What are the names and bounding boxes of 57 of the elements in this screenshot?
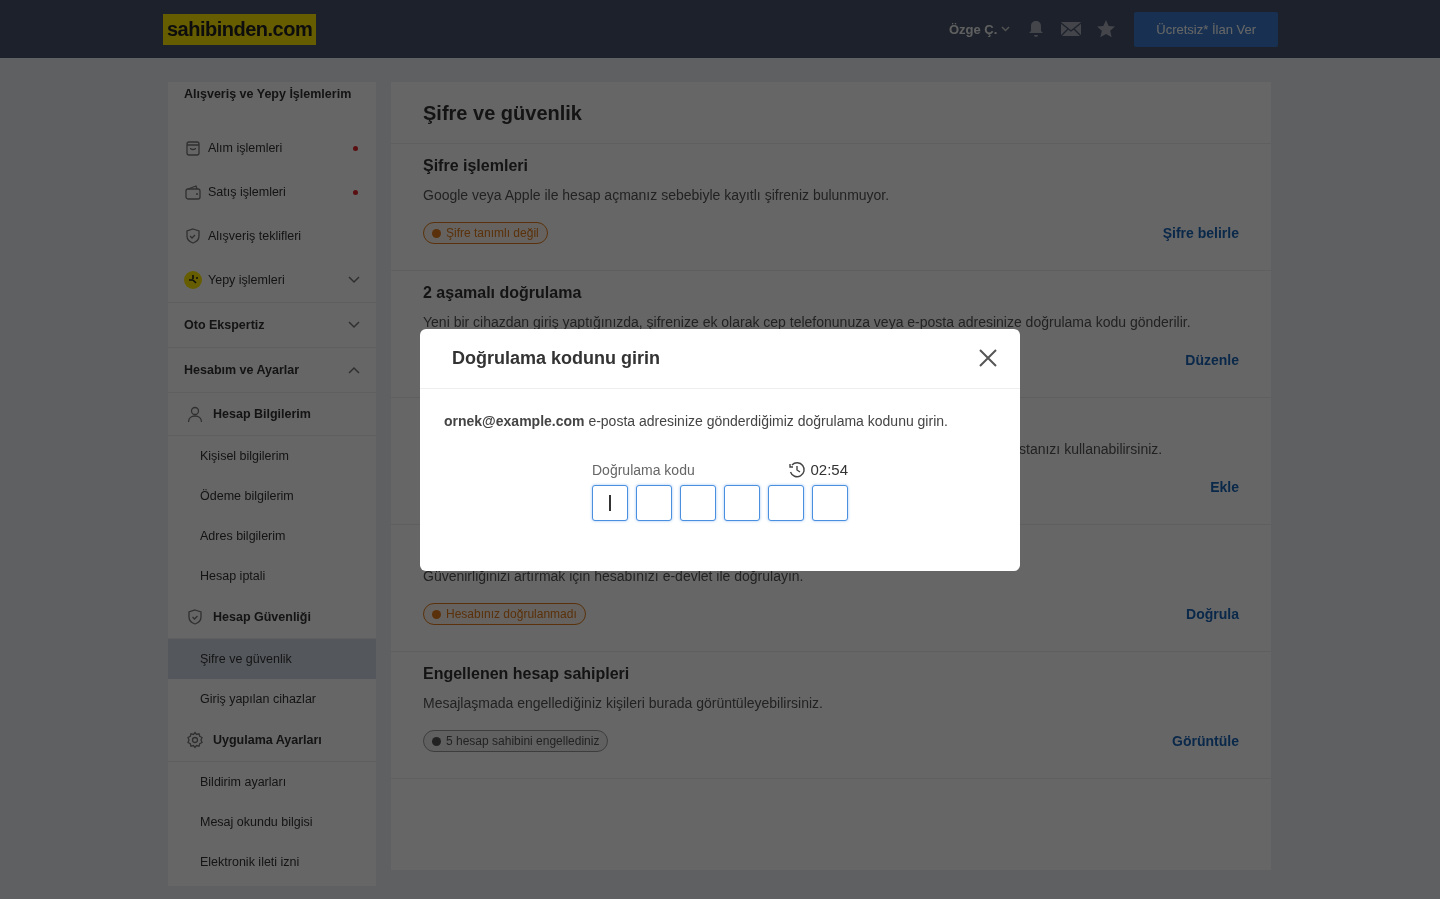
sidebar-item[interactable]: Ödeme bilgilerim bbox=[168, 476, 376, 516]
code-digit-field[interactable] bbox=[724, 484, 760, 521]
code-digit-field[interactable] bbox=[768, 484, 804, 521]
sidebar-item[interactable]: Yepy işlemleri bbox=[208, 273, 342, 287]
user-menu[interactable]: Özge Ç. bbox=[948, 21, 1011, 37]
sidebar-item[interactable]: Elektronik ileti izni bbox=[168, 842, 376, 882]
section-description: stanızı kullanabilirsiniz. bbox=[1019, 441, 1163, 457]
sidebar-group[interactable]: Hesabım ve Ayarlar bbox=[184, 363, 342, 377]
action-link[interactable]: Doğrula bbox=[1186, 606, 1239, 622]
code-digit-field[interactable] bbox=[592, 484, 628, 521]
action-link[interactable]: Şifre belirle bbox=[1162, 225, 1239, 241]
status-badge: Hesabınız doğrulanmadı bbox=[423, 603, 586, 625]
action-link[interactable]: Görüntüle bbox=[1172, 733, 1239, 749]
page-title: Şifre ve güvenlik bbox=[391, 82, 1271, 144]
sidebar-subheading: Hesap Bilgilerim bbox=[213, 407, 312, 421]
sidebar-subheading: Hesap Güvenliği bbox=[213, 610, 312, 624]
envelope-icon[interactable] bbox=[1060, 20, 1083, 38]
section-title: Engellenen hesap sahipleri bbox=[423, 665, 631, 684]
sidebar-item[interactable]: Alışveriş teklifleri bbox=[208, 229, 360, 243]
code-digit-field[interactable] bbox=[680, 484, 716, 521]
wallet-icon bbox=[184, 183, 202, 201]
section-description: Mesajlaşmada engellediğiniz kişileri burada görüntüleyebilirsiniz. bbox=[423, 695, 824, 713]
dialog-title: Doğrulama kodunu girin bbox=[452, 347, 660, 369]
sidebar-item[interactable]: Kişisel bilgilerim bbox=[168, 436, 376, 476]
gear-icon bbox=[186, 731, 204, 749]
section-title: Şifre işlemleri bbox=[423, 157, 529, 176]
sidebar-item[interactable]: Bildirim ayarları bbox=[168, 762, 376, 802]
sidebar-group[interactable]: Oto Ekspertiz bbox=[184, 318, 342, 332]
post-ad-button[interactable]: Ücretsiz* İlan Ver bbox=[1134, 11, 1278, 47]
status-badge: 5 hesap sahibini engellediniz bbox=[423, 730, 609, 752]
star-icon[interactable] bbox=[1096, 19, 1117, 39]
code-digit-field[interactable] bbox=[636, 484, 672, 521]
field-label: Doğrulama kodu bbox=[592, 461, 695, 478]
sidebar-item[interactable]: Alım işlemleri bbox=[208, 141, 347, 155]
status-badge: Şifre tanımlı değil bbox=[423, 222, 548, 244]
action-link[interactable]: Düzenle bbox=[1185, 352, 1239, 368]
site-logo[interactable]: sahibinden.com bbox=[163, 13, 317, 45]
sidebar-heading: Alışveriş ve Yepy İşlemlerim bbox=[184, 87, 353, 101]
sidebar-item[interactable]: Mesaj okundu bilgisi bbox=[168, 802, 376, 842]
sidebar-item[interactable]: Şifre ve güvenlik bbox=[168, 639, 376, 679]
countdown-timer: 02:54 bbox=[810, 461, 848, 478]
shield-check-icon bbox=[186, 608, 204, 626]
section-title: 2 aşamalı doğrulama bbox=[423, 284, 583, 303]
sidebar-item[interactable]: Hesap iptali bbox=[168, 556, 376, 596]
sidebar-item[interactable]: Adres bilgilerim bbox=[168, 516, 376, 556]
sidebar-item[interactable]: Giriş yapılan cihazlar bbox=[168, 679, 376, 719]
sidebar-subheading: Uygulama Ayarları bbox=[213, 733, 323, 747]
close-button[interactable] bbox=[978, 348, 998, 368]
bag-icon bbox=[184, 139, 202, 157]
dialog-message: ornek@example.com e-posta adresinize gönderdiğimiz doğrulama kodunu girin. bbox=[443, 411, 949, 429]
chevron-icon bbox=[1001, 26, 1011, 32]
timer-icon bbox=[788, 460, 807, 479]
action-link[interactable]: Ekle bbox=[1210, 479, 1239, 495]
section-description: Google veya Apple ile hesap açmanız sebebiyle kayıtlı şifreniz bulunmuyor. bbox=[423, 187, 891, 205]
person-icon bbox=[186, 405, 204, 423]
code-digit-field[interactable] bbox=[812, 484, 848, 521]
sidebar-item[interactable]: Satış işlemleri bbox=[208, 185, 347, 199]
